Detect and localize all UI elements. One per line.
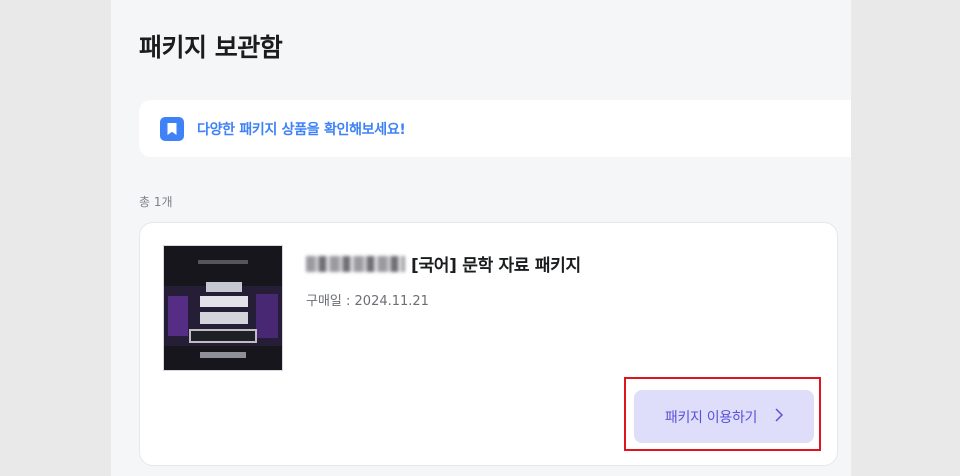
product-title-line: [국어] 문학 자료 패키지 xyxy=(306,251,581,276)
package-thumbnail xyxy=(163,245,283,371)
banner-text: 다양한 패키지 상품을 확인해보세요! xyxy=(197,121,406,138)
page-title: 패키지 보관함 xyxy=(139,33,283,62)
product-name: [국어] 문학 자료 패키지 xyxy=(411,256,581,276)
redacted-brand xyxy=(306,255,405,272)
purchase-date: 구매일 : 2024.11.21 xyxy=(306,294,429,309)
bookmark-icon xyxy=(160,116,184,141)
highlight-annotation xyxy=(624,377,821,451)
total-count: 총 1개 xyxy=(139,195,173,209)
package-promo-banner[interactable]: 다양한 패키지 상품을 확인해보세요! xyxy=(139,100,851,157)
